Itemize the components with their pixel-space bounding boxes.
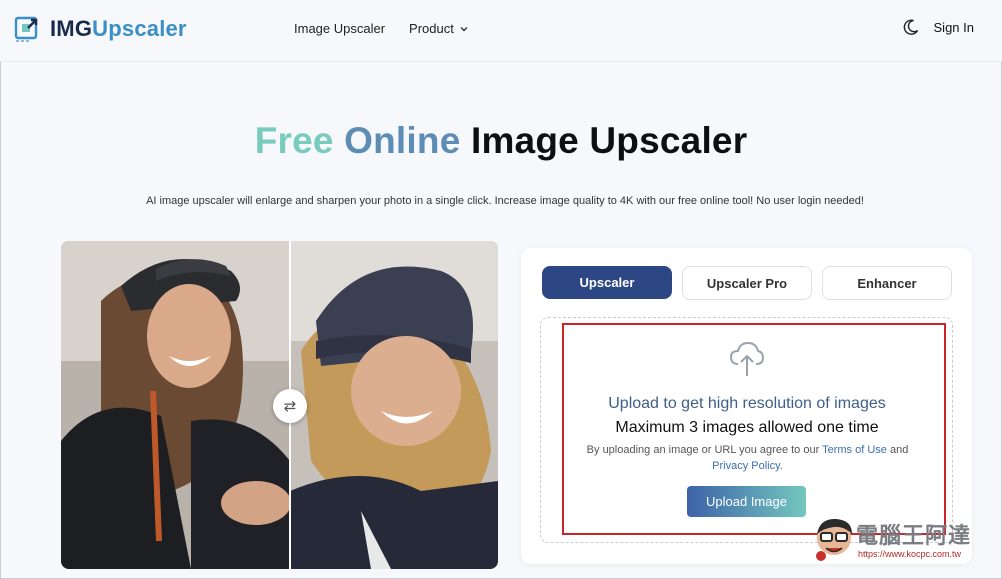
privacy-policy-link[interactable]: Privacy Policy xyxy=(712,460,780,472)
upload-terms: By uploading an image or URL you agree t… xyxy=(570,442,925,474)
nav-image-upscaler[interactable]: Image Upscaler xyxy=(294,21,385,36)
hero-title-free: Free xyxy=(254,120,334,161)
chevron-down-icon xyxy=(460,26,468,31)
terms-of-use-link[interactable]: Terms of Use xyxy=(822,444,887,456)
hero-title-rest: Image Upscaler xyxy=(470,120,748,161)
nav-image-upscaler-label: Image Upscaler xyxy=(294,21,386,36)
logo-icon xyxy=(14,16,38,42)
nav-product-dropdown[interactable]: Product xyxy=(409,21,469,36)
hero-subtitle: AI image upscaler will enlarge and sharp… xyxy=(146,195,864,207)
mode-tabs: Upscaler Upscaler Pro Enhancer xyxy=(542,266,952,300)
moon-icon[interactable] xyxy=(902,18,920,36)
sign-in-link[interactable]: Sign In xyxy=(934,20,974,35)
logo-text: IMGUpscaler xyxy=(50,16,187,42)
watermark-text: 電腦王阿達 xyxy=(856,523,972,548)
hero-title: Free Online Image Upscaler xyxy=(0,120,1002,162)
main-nav: Image Upscaler Product xyxy=(294,21,469,36)
terms-prefix: By uploading an image or URL you agree t… xyxy=(586,444,820,456)
hero-title-online: Online xyxy=(344,120,461,161)
compare-swap-handle[interactable]: ⇄ xyxy=(273,389,307,423)
before-after-comparison[interactable]: ⇄ xyxy=(61,241,498,569)
logo-text-img: IMG xyxy=(50,16,93,41)
watermark-url: https://www.kocpc.com.tw xyxy=(858,549,962,559)
tab-upscaler[interactable]: Upscaler xyxy=(542,266,672,299)
nav-product-label: Product xyxy=(409,21,454,36)
terms-and: and xyxy=(889,444,909,456)
site-header: IMGUpscaler Image Upscaler Product Sign … xyxy=(0,0,1002,62)
tab-upscaler-pro[interactable]: Upscaler Pro xyxy=(682,266,812,300)
mascot-icon xyxy=(816,518,852,561)
cloud-upload-icon xyxy=(729,341,765,376)
upload-image-button[interactable]: Upload Image xyxy=(687,486,806,517)
header-tools: Sign In xyxy=(902,18,974,36)
logo-text-upscaler: Upscaler xyxy=(92,16,187,41)
upload-max-text: Maximum 3 images allowed one time xyxy=(615,419,879,436)
tab-enhancer[interactable]: Enhancer xyxy=(822,266,952,300)
watermark: 電腦王阿達 https://www.kocpc.com.tw xyxy=(812,514,987,568)
swap-arrows-icon: ⇄ xyxy=(283,398,297,415)
site-logo[interactable]: IMGUpscaler xyxy=(14,14,187,44)
upload-title: Upload to get high resolution of images xyxy=(608,395,886,412)
terms-suffix: . xyxy=(779,460,783,472)
